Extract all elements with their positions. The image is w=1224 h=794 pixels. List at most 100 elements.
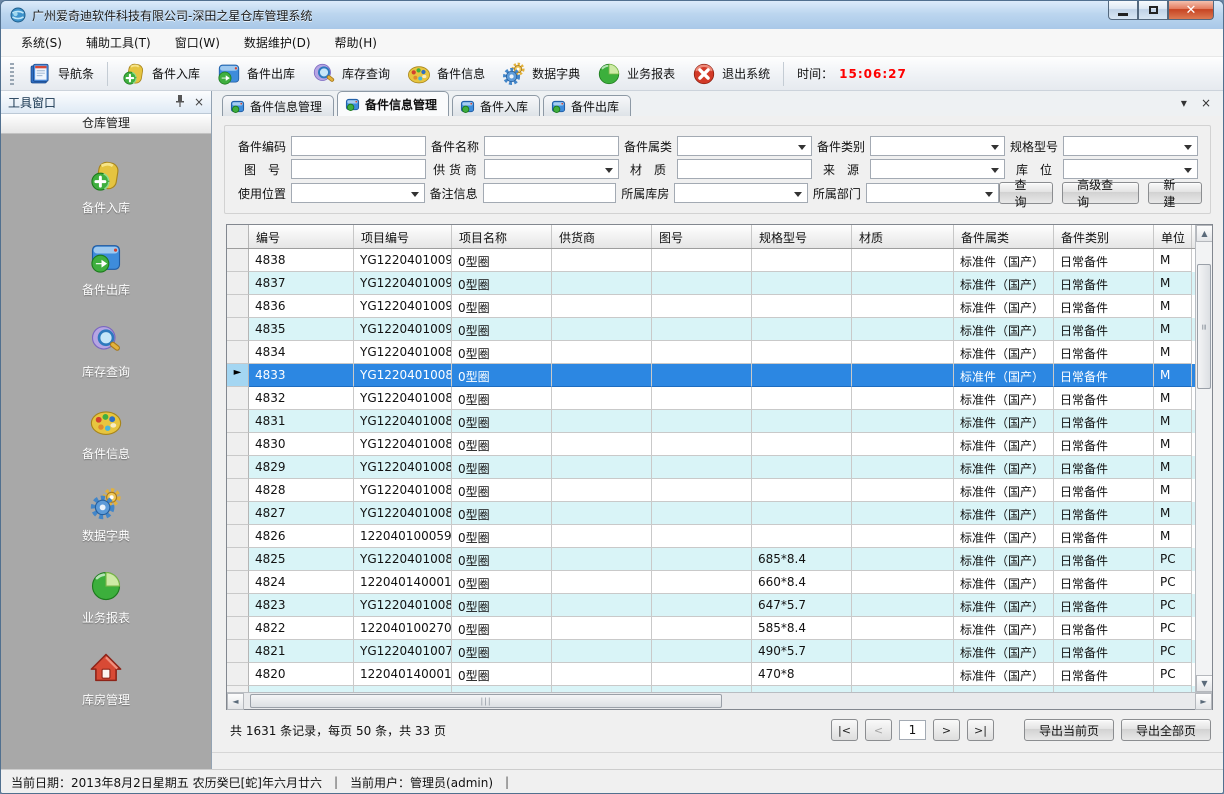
- field-input[interactable]: [484, 136, 619, 156]
- column-header-6[interactable]: 材质: [852, 225, 954, 248]
- row-selector-cell[interactable]: [227, 249, 249, 272]
- sidebar-item-6[interactable]: 库房管理: [82, 650, 130, 708]
- menu-item-3[interactable]: 数据维护(D): [232, 29, 323, 56]
- first-page-button[interactable]: |<: [831, 719, 858, 741]
- table-row[interactable]: 4823YG122040100800型圈647*5.7标准件（国产）日常备件PC: [227, 594, 1195, 617]
- tab-list-dropdown-icon[interactable]: ▾: [1181, 96, 1187, 110]
- sidebar-item-2[interactable]: 库存查询: [82, 322, 130, 380]
- row-selector-cell[interactable]: [227, 410, 249, 433]
- close-button[interactable]: ✕: [1168, 1, 1214, 20]
- pin-icon[interactable]: [175, 95, 185, 110]
- row-selector-cell[interactable]: [227, 341, 249, 364]
- table-row[interactable]: 4831YG122040100860型圈标准件（国产）日常备件M: [227, 410, 1195, 433]
- table-row[interactable]: 4835YG122040100900型圈标准件（国产）日常备件M: [227, 318, 1195, 341]
- horizontal-scroll-thumb[interactable]: |||: [250, 694, 722, 708]
- scroll-left-icon[interactable]: ◄: [227, 693, 244, 710]
- toolbar-button-4[interactable]: 备件信息: [398, 59, 493, 89]
- scroll-down-icon[interactable]: ▼: [1196, 675, 1212, 692]
- table-row[interactable]: 4836YG122040100910型圈标准件（国产）日常备件M: [227, 295, 1195, 318]
- toolbar-button-5[interactable]: 数据字典: [493, 59, 588, 89]
- table-row[interactable]: 482212204010027000型圈585*8.4标准件（国产）日常备件PC: [227, 617, 1195, 640]
- table-row[interactable]: 4838YG122040100930型圈标准件（国产）日常备件M: [227, 249, 1195, 272]
- field-dropdown[interactable]: [291, 183, 425, 203]
- column-header-9[interactable]: 单位: [1154, 225, 1192, 248]
- table-row[interactable]: 4830YG122040100850型圈标准件（国产）日常备件M: [227, 433, 1195, 456]
- field-dropdown[interactable]: [1063, 136, 1198, 156]
- tab-0[interactable]: 备件信息管理: [222, 95, 334, 116]
- vertical-scroll-thumb[interactable]: ≡: [1197, 264, 1211, 389]
- row-selector-cell[interactable]: [227, 456, 249, 479]
- menu-item-0[interactable]: 系统(S): [9, 29, 74, 56]
- toolbar-button-2[interactable]: 备件出库: [208, 59, 303, 89]
- column-header-1[interactable]: 项目编号: [354, 225, 452, 248]
- table-row[interactable]: 4828YG122040100830型圈标准件（国产）日常备件M: [227, 479, 1195, 502]
- field-input[interactable]: [677, 159, 812, 179]
- sidebar-item-3[interactable]: 备件信息: [82, 404, 130, 462]
- toolbar-button-6[interactable]: 业务报表: [588, 59, 683, 89]
- sidebar-item-0[interactable]: 备件入库: [82, 158, 130, 216]
- toolbar-grip[interactable]: [10, 63, 14, 85]
- scroll-right-icon[interactable]: ►: [1195, 693, 1212, 710]
- vertical-scrollbar[interactable]: ▲ ≡ ▼: [1195, 225, 1212, 692]
- column-header-7[interactable]: 备件属类: [954, 225, 1054, 248]
- tab-2[interactable]: 备件入库: [452, 95, 540, 116]
- row-selector-cell[interactable]: [227, 502, 249, 525]
- new-button[interactable]: 新建: [1148, 182, 1202, 204]
- row-selector-cell[interactable]: [227, 640, 249, 663]
- sidebar-item-4[interactable]: 数据字典: [82, 486, 130, 544]
- row-selector-cell[interactable]: [227, 433, 249, 456]
- table-row[interactable]: 4827YG122040100820型圈标准件（国产）日常备件M: [227, 502, 1195, 525]
- maximize-button[interactable]: [1138, 1, 1168, 20]
- sidebar-item-1[interactable]: 备件出库: [82, 240, 130, 298]
- table-row[interactable]: 482012204014000130型圈470*8标准件（国产）日常备件PC: [227, 663, 1195, 686]
- table-row[interactable]: 4829YG122040100840型圈标准件（国产）日常备件M: [227, 456, 1195, 479]
- field-dropdown[interactable]: [484, 159, 619, 179]
- row-selector-cell[interactable]: [227, 617, 249, 640]
- field-dropdown[interactable]: [866, 183, 1000, 203]
- scroll-up-icon[interactable]: ▲: [1196, 225, 1212, 242]
- field-input[interactable]: [483, 183, 617, 203]
- toolbar-button-0[interactable]: 导航条: [19, 59, 102, 89]
- field-dropdown[interactable]: [1063, 159, 1198, 179]
- table-row[interactable]: 4821YG122040100790型圈490*5.7标准件（国产）日常备件PC: [227, 640, 1195, 663]
- table-row[interactable]: 4834YG122040100890型圈标准件（国产）日常备件M: [227, 341, 1195, 364]
- field-input[interactable]: [291, 136, 426, 156]
- table-row[interactable]: 482612204010005990型圈标准件（国产）日常备件M: [227, 525, 1195, 548]
- row-selector-cell[interactable]: [227, 571, 249, 594]
- table-row[interactable]: ►4833YG122040100880型圈标准件（国产）日常备件M: [227, 364, 1195, 387]
- row-selector-cell[interactable]: [227, 663, 249, 686]
- field-dropdown[interactable]: [870, 159, 1005, 179]
- row-selector-cell[interactable]: [227, 479, 249, 502]
- row-selector-cell[interactable]: [227, 318, 249, 341]
- table-row[interactable]: 482412204014000120型圈660*8.4标准件（国产）日常备件PC: [227, 571, 1195, 594]
- column-header-0[interactable]: 编号: [249, 225, 354, 248]
- tab-close-icon[interactable]: ×: [1201, 96, 1211, 110]
- horizontal-scrollbar[interactable]: ◄ ||| ►: [227, 692, 1212, 709]
- next-page-button[interactable]: >: [933, 719, 960, 741]
- menu-item-4[interactable]: 帮助(H): [323, 29, 389, 56]
- tab-1[interactable]: 备件信息管理: [337, 91, 449, 116]
- column-header-2[interactable]: 项目名称: [452, 225, 552, 248]
- table-row[interactable]: 4837YG122040100920型圈标准件（国产）日常备件M: [227, 272, 1195, 295]
- row-selector-cell[interactable]: [227, 295, 249, 318]
- minimize-button[interactable]: [1108, 1, 1138, 20]
- export-current-page-button[interactable]: 导出当前页: [1024, 719, 1114, 741]
- page-number-input[interactable]: 1: [899, 720, 926, 740]
- advanced-query-button[interactable]: 高级查询: [1062, 182, 1139, 204]
- selected-row-indicator[interactable]: ►: [227, 364, 249, 387]
- menu-item-2[interactable]: 窗口(W): [163, 29, 232, 56]
- menu-item-1[interactable]: 辅助工具(T): [74, 29, 163, 56]
- last-page-button[interactable]: >|: [967, 719, 994, 741]
- query-button[interactable]: 查询: [999, 182, 1053, 204]
- field-dropdown[interactable]: [870, 136, 1005, 156]
- column-header-8[interactable]: 备件类别: [1054, 225, 1154, 248]
- table-row[interactable]: 4832YG122040100870型圈标准件（国产）日常备件M: [227, 387, 1195, 410]
- row-selector-cell[interactable]: [227, 525, 249, 548]
- column-header-5[interactable]: 规格型号: [752, 225, 852, 248]
- column-header-4[interactable]: 图号: [652, 225, 752, 248]
- row-selector-cell[interactable]: [227, 387, 249, 410]
- row-selector-cell[interactable]: [227, 272, 249, 295]
- tab-3[interactable]: 备件出库: [543, 95, 631, 116]
- toolbar-button-3[interactable]: 库存查询: [303, 59, 398, 89]
- column-header-3[interactable]: 供货商: [552, 225, 652, 248]
